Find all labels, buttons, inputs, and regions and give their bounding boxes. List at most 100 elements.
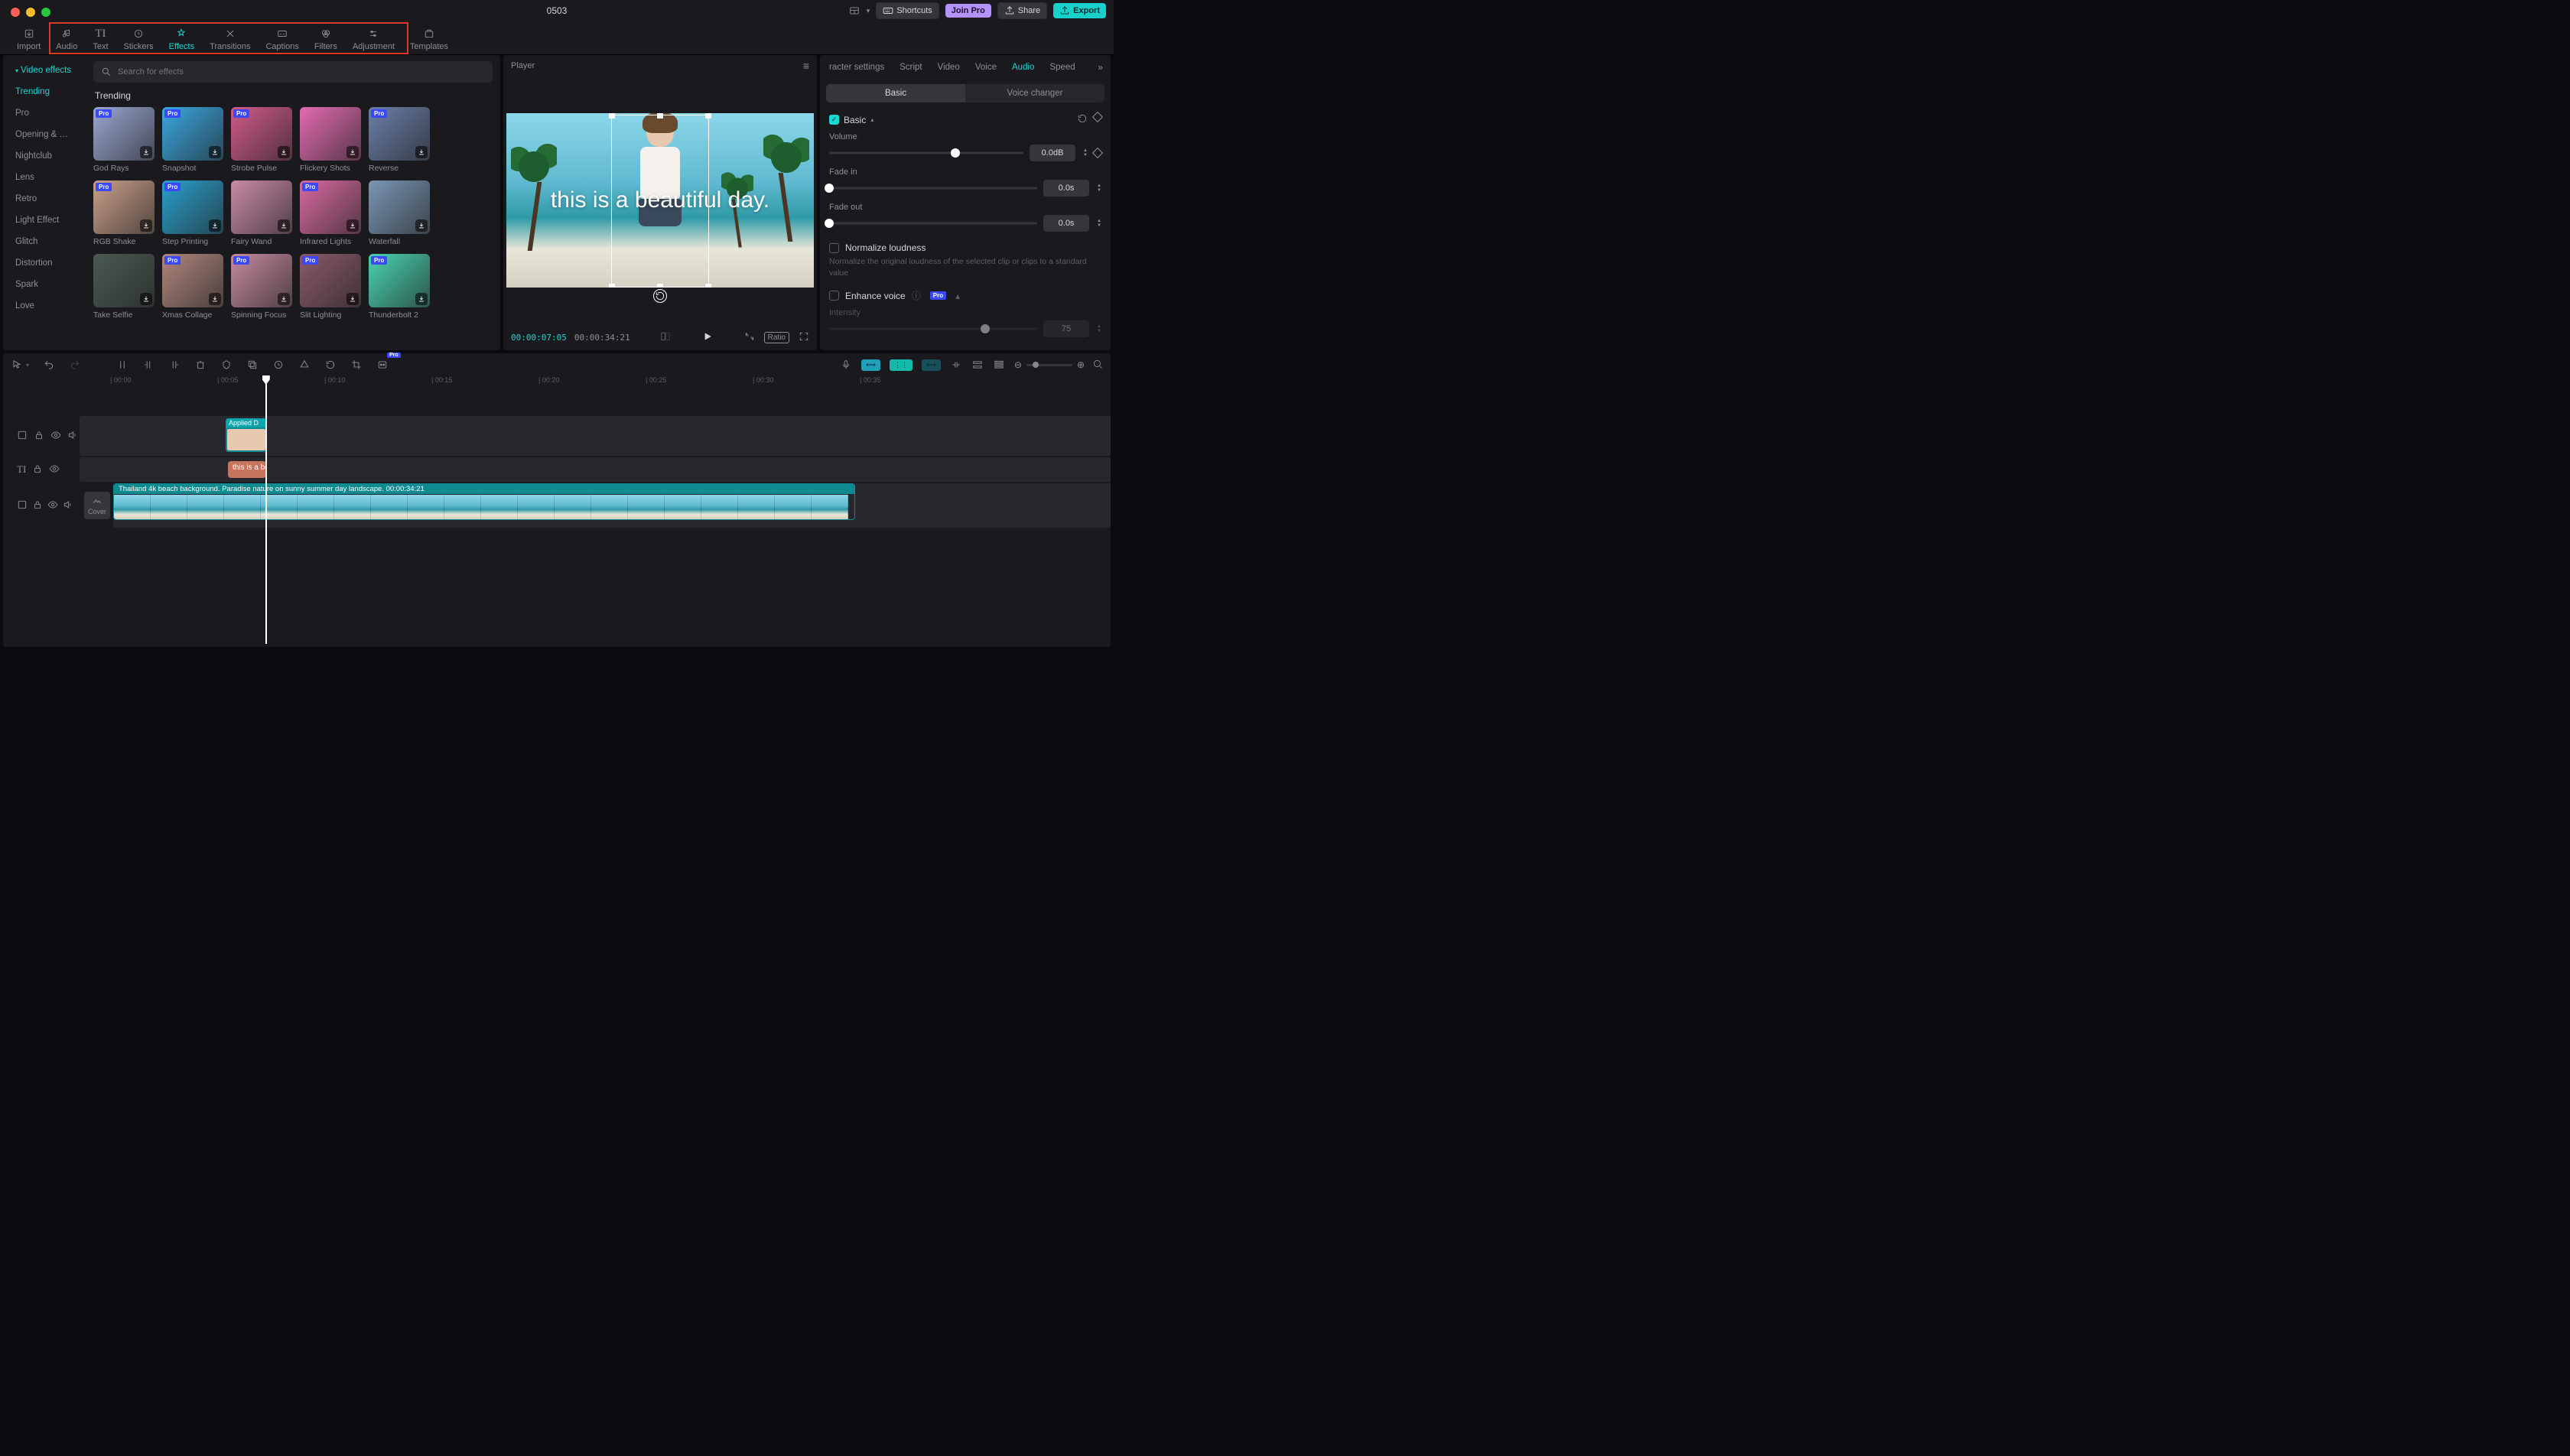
- audio-subtab-toggle[interactable]: Basic Voice changer: [826, 84, 1104, 102]
- effect-flickery-shots[interactable]: Flickery Shots: [300, 107, 361, 173]
- normalize-loudness-toggle[interactable]: Normalize loudness: [829, 242, 1101, 253]
- fadein-slider[interactable]: [829, 183, 1037, 193]
- toolbar-transitions[interactable]: Transitions: [202, 24, 258, 54]
- category-love[interactable]: Love: [8, 297, 81, 315]
- fadein-stepper[interactable]: ▲▼: [1097, 184, 1101, 193]
- zoom-out-icon[interactable]: ⊖: [1014, 359, 1022, 370]
- toolbar-audio[interactable]: Audio: [48, 24, 85, 54]
- inspector-tab-script[interactable]: Script: [893, 58, 928, 76]
- cursor-tool-icon[interactable]: [11, 359, 23, 371]
- category-trending[interactable]: Trending: [8, 83, 81, 101]
- category-glitch[interactable]: Glitch: [8, 232, 81, 251]
- fadeout-value[interactable]: 0.0s: [1043, 215, 1089, 232]
- track-mute-icon[interactable]: [67, 430, 78, 443]
- inspector-tab-voice[interactable]: Voice: [969, 58, 1003, 76]
- track-type-icon[interactable]: [17, 430, 28, 443]
- track-toggle-icon[interactable]: [971, 359, 984, 371]
- window-traffic-lights[interactable]: [11, 8, 50, 17]
- toolbar-filters[interactable]: Filters: [307, 24, 345, 54]
- timeline-ruler[interactable]: | 00:00| 00:05| 00:10| 00:15| 00:20| 00:…: [110, 376, 1111, 390]
- normalize-checkbox-icon[interactable]: [829, 243, 839, 253]
- toolbar-templates[interactable]: Templates: [402, 24, 456, 54]
- snap-pill-1[interactable]: ⟷: [861, 359, 880, 371]
- play-button[interactable]: [701, 330, 714, 345]
- align-icon[interactable]: [950, 359, 962, 371]
- snap-pill-3[interactable]: ⟷: [922, 359, 941, 371]
- category-spark[interactable]: Spark: [8, 275, 81, 294]
- download-icon[interactable]: [209, 219, 221, 232]
- mask-icon[interactable]: [298, 359, 311, 371]
- effect-god-rays[interactable]: ProGod Rays: [93, 107, 155, 173]
- track-type-icon[interactable]: [17, 499, 28, 512]
- download-icon[interactable]: [415, 219, 428, 232]
- download-icon[interactable]: [140, 293, 152, 305]
- effect-infrared-lights[interactable]: ProInfrared Lights: [300, 180, 361, 246]
- effect-step-printing[interactable]: ProStep Printing: [162, 180, 223, 246]
- effect-reverse[interactable]: ProReverse: [369, 107, 430, 173]
- keyframe-icon[interactable]: [1092, 112, 1103, 122]
- effect-spinning-focus[interactable]: ProSpinning Focus: [231, 254, 292, 320]
- compare-icon[interactable]: [660, 331, 671, 344]
- join-pro-button[interactable]: Join Pro: [945, 4, 991, 18]
- preview-canvas[interactable]: this is a beautiful day.: [506, 113, 814, 288]
- fadeout-slider[interactable]: [829, 218, 1037, 229]
- category-pro[interactable]: Pro: [8, 104, 81, 122]
- zoom-in-icon[interactable]: ⊕: [1077, 359, 1085, 370]
- basic-section-header[interactable]: ✓ Basic ▴: [829, 113, 1101, 126]
- download-icon[interactable]: [140, 146, 152, 158]
- download-icon[interactable]: [346, 146, 359, 158]
- download-icon[interactable]: [346, 219, 359, 232]
- track-mute-icon[interactable]: [63, 499, 73, 512]
- selection-box[interactable]: [611, 115, 709, 288]
- inspector-tab-racter-settings[interactable]: racter settings: [823, 58, 890, 76]
- effect-thunderbolt-2[interactable]: ProThunderbolt 2: [369, 254, 430, 320]
- toolbar-captions[interactable]: Captions: [258, 24, 306, 54]
- shortcuts-button[interactable]: Shortcuts: [876, 2, 939, 19]
- expand-tracks-icon[interactable]: [993, 359, 1005, 371]
- effect-xmas-collage[interactable]: ProXmas Collage: [162, 254, 223, 320]
- download-icon[interactable]: [278, 219, 290, 232]
- toolbar-stickers[interactable]: Stickers: [116, 24, 161, 54]
- snap-pill-2[interactable]: ⋮⋮: [890, 359, 913, 371]
- layout-icon[interactable]: [848, 5, 860, 17]
- effect-strobe-pulse[interactable]: ProStrobe Pulse: [231, 107, 292, 173]
- category-retro[interactable]: Retro: [8, 190, 81, 208]
- download-icon[interactable]: [415, 293, 428, 305]
- subtab-voice-changer[interactable]: Voice changer: [965, 84, 1104, 102]
- search-input-field[interactable]: [116, 67, 485, 77]
- toolbar-import[interactable]: Import: [9, 24, 48, 54]
- category-light-effect[interactable]: Light Effect: [8, 211, 81, 229]
- fadein-value[interactable]: 0.0s: [1043, 180, 1089, 197]
- search-effects-input[interactable]: [93, 61, 493, 83]
- zoom-control[interactable]: ⊖ ⊕: [1014, 359, 1103, 372]
- ratio-button[interactable]: Ratio: [764, 332, 789, 343]
- undo-icon[interactable]: [43, 359, 55, 371]
- minimize-window-icon[interactable]: [26, 8, 35, 17]
- track-lock-icon[interactable]: [32, 499, 43, 512]
- effect-fairy-wand[interactable]: Fairy Wand: [231, 180, 292, 246]
- download-icon[interactable]: [140, 219, 152, 232]
- text-clip[interactable]: this is a be: [228, 461, 266, 478]
- split-icon[interactable]: [116, 359, 128, 371]
- library-header[interactable]: Video effects: [8, 61, 81, 80]
- effect-snapshot[interactable]: ProSnapshot: [162, 107, 223, 173]
- effect-slit-lighting[interactable]: ProSlit Lighting: [300, 254, 361, 320]
- download-icon[interactable]: [415, 146, 428, 158]
- category-nightclub[interactable]: Nightclub: [8, 147, 81, 165]
- redo-icon[interactable]: [69, 359, 81, 371]
- track-visibility-icon[interactable]: [50, 430, 61, 443]
- export-button[interactable]: Export: [1053, 3, 1106, 18]
- player-menu-icon[interactable]: ≡: [803, 60, 809, 72]
- inspector-tab-audio[interactable]: Audio: [1006, 58, 1040, 76]
- category-distortion[interactable]: Distortion: [8, 254, 81, 272]
- category-lens[interactable]: Lens: [8, 168, 81, 187]
- download-icon[interactable]: [278, 146, 290, 158]
- enhance-voice-toggle[interactable]: Enhance voice ⓘ Pro ▴: [829, 289, 1101, 302]
- ai-tool-icon[interactable]: Pro: [376, 359, 389, 371]
- inspector-tab-speed[interactable]: Speed: [1043, 58, 1081, 76]
- fullscreen-icon[interactable]: [799, 331, 809, 344]
- track-visibility-icon[interactable]: [49, 463, 60, 476]
- marker-icon[interactable]: [220, 359, 233, 371]
- rotate-icon[interactable]: [324, 359, 337, 371]
- volume-stepper[interactable]: ▲▼: [1083, 148, 1088, 158]
